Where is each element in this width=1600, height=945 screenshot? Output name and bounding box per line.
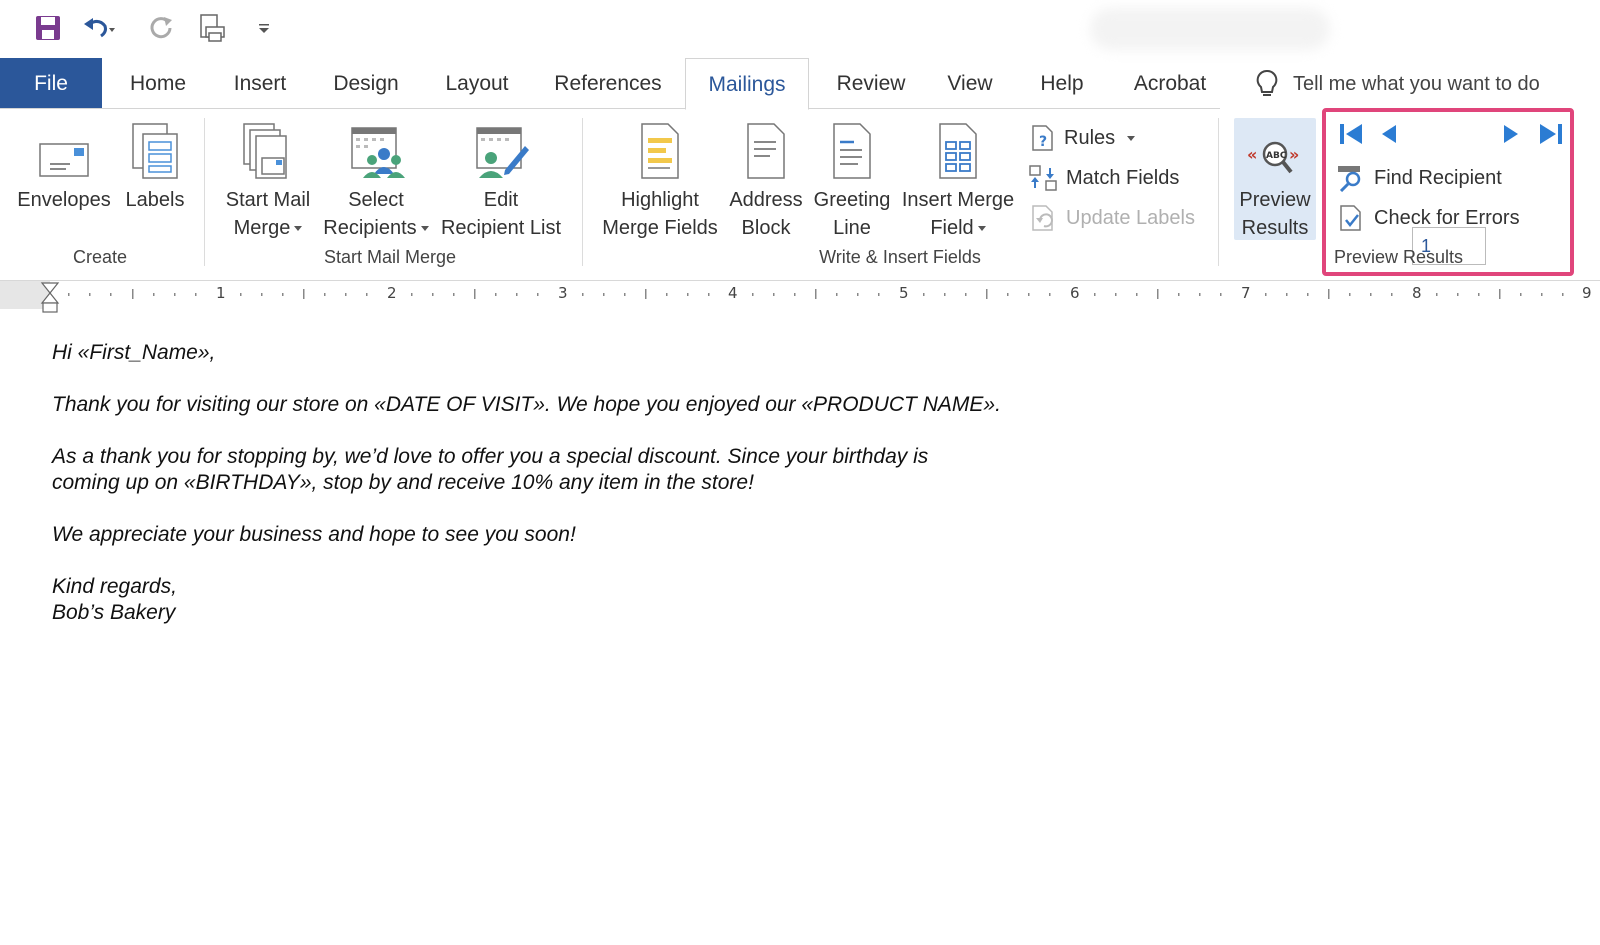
tab-mailings[interactable]: Mailings [685, 58, 809, 110]
edit-recipient-list-icon [476, 127, 529, 178]
tab-acrobat[interactable]: Acrobat [1120, 58, 1220, 110]
match-fields-icon [1029, 165, 1057, 191]
group-separator [204, 118, 205, 266]
quick-access-toolbar [0, 0, 1600, 56]
tab-review[interactable]: Review [826, 58, 916, 110]
doc-paragraph-thanks: Thank you for visiting our store on «DAT… [52, 393, 1001, 416]
ruler-number: 5 [899, 284, 909, 302]
svg-text:»: » [1289, 145, 1299, 164]
last-record-icon [1540, 124, 1562, 144]
save-icon[interactable] [30, 10, 66, 46]
chevron-down-icon [1127, 135, 1136, 141]
ruler-number: 7 [1241, 284, 1251, 302]
redo-icon[interactable] [144, 10, 180, 46]
chevron-down-icon [294, 226, 303, 232]
chevron-down-icon [977, 226, 986, 232]
print-preview-icon[interactable] [194, 10, 230, 46]
find-recipient-icon [1338, 166, 1361, 192]
first-record-button[interactable] [1338, 118, 1364, 150]
update-labels-button[interactable]: Update Labels [1030, 202, 1195, 234]
group-label-start-mail-merge: Start Mail Merge [323, 247, 457, 267]
group-separator [1218, 118, 1219, 266]
document-body[interactable]: Hi «First_Name», Thank you for visiting … [52, 340, 1252, 652]
address-block-button[interactable]: Address Block [724, 118, 808, 242]
tab-view[interactable]: View [936, 58, 1004, 110]
group-label-preview-results: Preview Results [1334, 247, 1464, 267]
doc-paragraph-appreciate: We appreciate your business and hope to … [52, 523, 576, 546]
group-label-create: Create [72, 247, 128, 267]
group-label-write-insert-fields: Write & Insert Fields [819, 247, 981, 267]
undo-icon[interactable] [80, 10, 116, 46]
labels-button[interactable]: Labels [120, 118, 190, 214]
group-separator [582, 118, 583, 266]
labels-icon [132, 123, 178, 179]
select-recipients-button[interactable]: Select Recipients [318, 118, 434, 242]
find-recipient-button[interactable]: Find Recipient [1336, 162, 1502, 194]
svg-text:ABC: ABC [1266, 151, 1287, 161]
insert-merge-field-icon [939, 123, 977, 179]
rules-icon: ? [1032, 125, 1053, 151]
ruler-number: 3 [558, 284, 568, 302]
tabs-divider [0, 108, 1220, 109]
previous-record-icon [1382, 125, 1396, 143]
doc-paragraph-discount: As a thank you for stopping by, we’d lov… [52, 445, 929, 494]
tab-home[interactable]: Home [113, 58, 203, 110]
address-block-icon [747, 123, 785, 179]
ruler-number: 2 [387, 284, 397, 302]
first-record-icon [1340, 124, 1362, 144]
start-mail-merge-icon [243, 123, 287, 179]
update-labels-icon [1032, 205, 1053, 231]
check-for-errors-icon [1340, 205, 1361, 231]
tab-design[interactable]: Design [322, 58, 410, 110]
highlight-merge-fields-icon [641, 123, 679, 179]
tab-help[interactable]: Help [1026, 58, 1098, 110]
window-title-blur [1090, 8, 1330, 50]
previous-record-button[interactable] [1378, 118, 1400, 150]
preview-results-icon: « »ABC [1247, 141, 1299, 174]
ruler-number: 6 [1070, 284, 1080, 302]
insert-merge-field-button[interactable]: Insert Merge Field [896, 118, 1020, 242]
horizontal-ruler: 1 2 3 4 5 6 7 8 9 [0, 280, 1600, 313]
next-record-icon [1504, 125, 1518, 143]
highlight-merge-fields-button[interactable]: Highlight Merge Fields [598, 118, 722, 242]
chevron-down-icon [420, 226, 429, 232]
check-for-errors-button[interactable]: Check for Errors [1338, 202, 1520, 234]
tab-insert[interactable]: Insert [220, 58, 300, 110]
rules-button[interactable]: ? Rules [1030, 122, 1136, 154]
envelopes-button[interactable]: Envelopes [14, 118, 114, 214]
tab-layout[interactable]: Layout [430, 58, 524, 110]
edit-recipient-list-button[interactable]: Edit Recipient List [438, 118, 564, 242]
select-recipients-icon [351, 127, 405, 178]
lightbulb-icon [1256, 69, 1278, 96]
tab-references[interactable]: References [548, 58, 668, 110]
envelope-icon [39, 143, 89, 177]
ruler-number: 9 [1582, 284, 1592, 302]
tab-file[interactable]: File [0, 58, 102, 109]
ribbon-mailings: Envelopes Labels Create Start Mail Merge… [0, 110, 1600, 278]
greeting-line-button[interactable]: Greeting Line [810, 118, 894, 242]
start-mail-merge-button[interactable]: Start Mail Merge [218, 118, 318, 242]
greeting-line-icon [833, 123, 871, 179]
ruler-ticks [40, 282, 1564, 313]
ribbon-tabs: File Home Insert Design Layout Reference… [0, 58, 1600, 110]
doc-paragraph-greeting: Hi «First_Name», [52, 341, 216, 364]
doc-paragraph-signoff: Kind regards, Bob’s Bakery [52, 575, 177, 624]
tell-me-search[interactable]: Tell me what you want to do [1255, 58, 1540, 110]
last-record-button[interactable] [1538, 118, 1564, 150]
ruler-number: 4 [728, 284, 738, 302]
customize-qat-icon[interactable] [246, 10, 282, 46]
ruler-number: 8 [1412, 284, 1422, 302]
indent-marker-icon [40, 282, 60, 313]
svg-text:«: « [1247, 145, 1257, 164]
svg-text:?: ? [1039, 134, 1047, 150]
match-fields-button[interactable]: Match Fields [1028, 162, 1179, 194]
next-record-button[interactable] [1500, 118, 1522, 150]
ruler-number: 1 [216, 284, 226, 302]
preview-results-button[interactable]: «» ABC Preview Results [1234, 118, 1316, 240]
tell-me-text: Tell me what you want to do [1293, 72, 1540, 95]
